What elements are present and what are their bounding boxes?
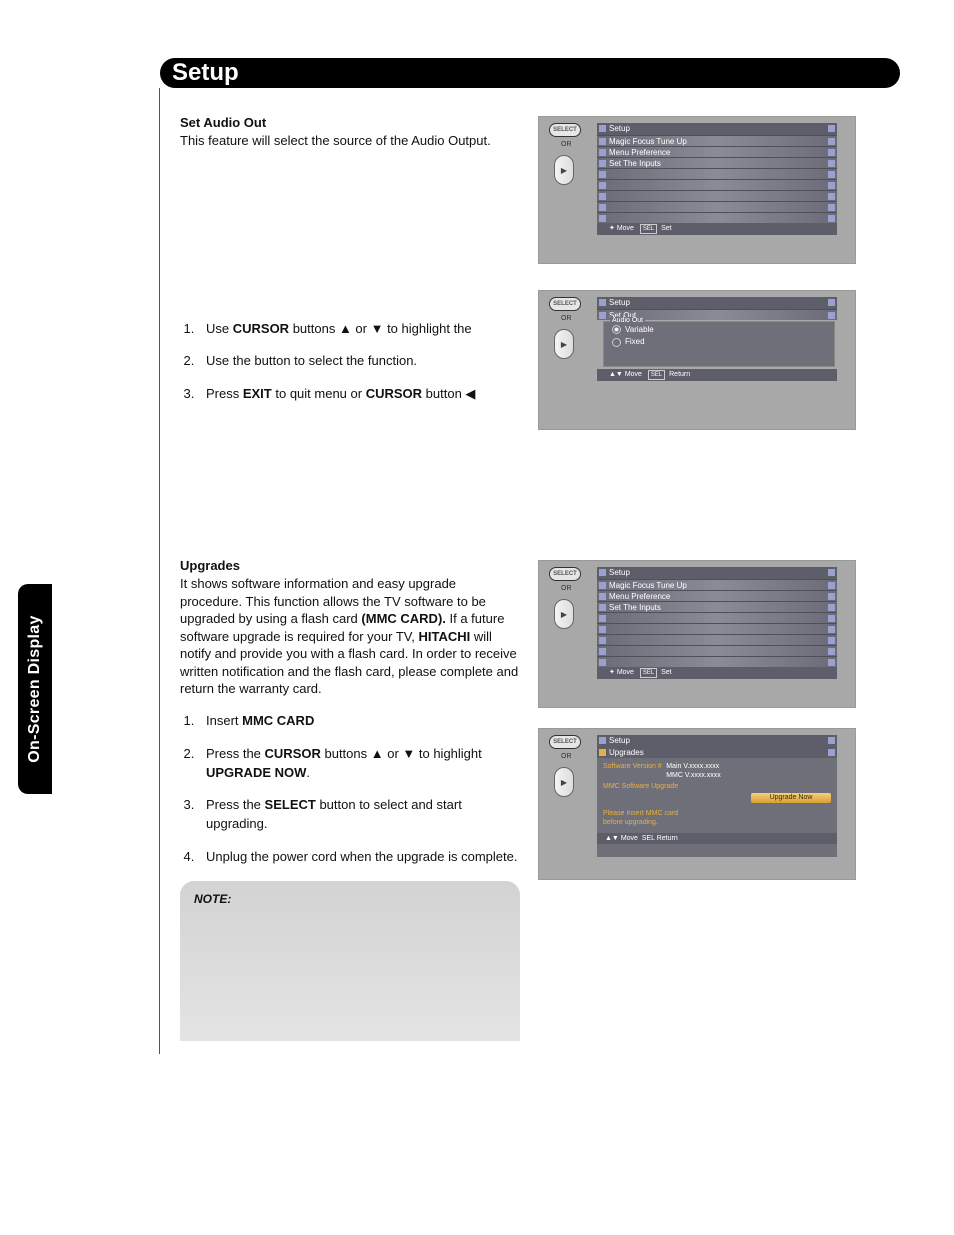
osd-menu-item: Menu Preference — [597, 146, 837, 157]
select-button-icon: SELECT — [549, 567, 581, 581]
osd-menu-item — [597, 212, 837, 223]
select-button-icon: SELECT — [549, 735, 581, 749]
osd-audio-out-panel: Audio Out Variable Fixed — [603, 321, 835, 367]
osd-menu-item — [597, 623, 837, 634]
osd-upgrades-panel: Upgrades Software Version # Main V.xxxx.… — [597, 747, 837, 857]
osd-menu-item — [597, 201, 837, 212]
osd-menu-title: Setup — [597, 735, 837, 747]
osd-software-version: Software Version # Main V.xxxx.xxxx Soft… — [603, 761, 831, 779]
osd-group-label: Audio Out — [610, 317, 645, 324]
osd-option-fixed: Fixed — [612, 337, 834, 346]
section-upgrades: Upgrades It shows software information a… — [180, 558, 520, 1041]
page-title: Setup — [172, 59, 239, 86]
screenshot-audio-out: SELECT OR ▶ Setup Set Out Audio Out Vari… — [538, 290, 856, 430]
osd-menu-item: Magic Focus Tune Up — [597, 579, 837, 590]
step-u2: Press the CURSOR buttons ▲ or ▼ to highl… — [198, 745, 520, 783]
osd-menu-footer: ✦ Move SEL Set — [597, 667, 837, 679]
note-label: NOTE: — [194, 892, 231, 906]
step-3: Press EXIT to quit menu or CURSOR button… — [198, 385, 520, 404]
osd-mmc-label: MMC Software Upgrade — [603, 783, 831, 790]
side-tab: On-Screen Display — [18, 584, 52, 794]
step-u4: Unplug the power cord when the upgrade i… — [198, 848, 520, 867]
osd-menu-item — [597, 645, 837, 656]
osd-menu: Setup Magic Focus Tune Up Menu Preferenc… — [597, 567, 837, 679]
or-label: OR — [561, 141, 572, 148]
dpad-icon: ▶ — [554, 599, 574, 629]
dpad-icon: ▶ — [554, 155, 574, 185]
osd-menu: Setup — [597, 735, 837, 747]
osd-menu-item — [597, 190, 837, 201]
select-button-icon: SELECT — [549, 123, 581, 137]
steps-set-audio-out: Use CURSOR buttons ▲ or ▼ to highlight t… — [198, 320, 520, 405]
osd-upgrades-header: Upgrades — [597, 747, 837, 758]
step-1: Use CURSOR buttons ▲ or ▼ to highlight t… — [198, 320, 520, 339]
or-label: OR — [561, 753, 572, 760]
osd-menu: Setup Magic Focus Tune Up Menu Preferenc… — [597, 123, 837, 235]
side-tab-label: On-Screen Display — [26, 615, 44, 762]
note-box: NOTE: — [180, 881, 520, 1041]
osd-menu-title: Setup — [597, 297, 837, 309]
screenshot-upgrades: SELECT OR ▶ Setup Upgrades Software Vers… — [538, 728, 856, 880]
section-set-audio-out: Set Audio Out This feature will select t… — [180, 115, 520, 418]
intro-set-audio-out: This feature will select the source of t… — [180, 132, 520, 150]
select-button-icon: SELECT — [549, 297, 581, 311]
osd-menu-item: Set The Inputs — [597, 157, 837, 168]
screenshot-setup-menu-1: SELECT OR ▶ Setup Magic Focus Tune Up Me… — [538, 116, 856, 264]
vertical-rule — [159, 88, 160, 1054]
osd-upgrade-now-button: Upgrade Now — [751, 793, 831, 803]
osd-menu-item: Menu Preference — [597, 590, 837, 601]
or-label: OR — [561, 585, 572, 592]
step-2: Use the button to select the function. — [198, 352, 520, 371]
osd-menu-title: Setup — [597, 567, 837, 579]
page-title-bar: Setup — [160, 58, 900, 88]
step-u1: Insert MMC CARD — [198, 712, 520, 731]
step-u3: Press the SELECT button to select and st… — [198, 796, 520, 834]
osd-menu-footer: ▲▼ Move SEL Return — [597, 833, 837, 844]
osd-menu-footer-wrap: ▲▼ Move SEL Return — [597, 369, 837, 381]
dpad-icon: ▶ — [554, 329, 574, 359]
dpad-icon: ▶ — [554, 767, 574, 797]
osd-menu-footer: ▲▼ Move SEL Return — [597, 369, 837, 381]
osd-option-variable: Variable — [612, 325, 834, 334]
heading-upgrades: Upgrades — [180, 558, 520, 573]
osd-menu-footer: ✦ Move SEL Set — [597, 223, 837, 235]
osd-menu-item: Magic Focus Tune Up — [597, 135, 837, 146]
osd-menu-title: Setup — [597, 123, 837, 135]
intro-upgrades: It shows software information and easy u… — [180, 575, 520, 698]
osd-insert-note: Please Insert MMC card before upgrading. — [603, 809, 831, 827]
osd-menu-item — [597, 634, 837, 645]
osd-menu-item — [597, 168, 837, 179]
screenshot-setup-menu-2: SELECT OR ▶ Setup Magic Focus Tune Up Me… — [538, 560, 856, 708]
osd-menu-item — [597, 612, 837, 623]
osd-menu-item: Set The Inputs — [597, 601, 837, 612]
or-label: OR — [561, 315, 572, 322]
osd-menu-item — [597, 179, 837, 190]
steps-upgrades: Insert MMC CARD Press the CURSOR buttons… — [198, 712, 520, 867]
heading-set-audio-out: Set Audio Out — [180, 115, 520, 130]
osd-menu-item — [597, 656, 837, 667]
